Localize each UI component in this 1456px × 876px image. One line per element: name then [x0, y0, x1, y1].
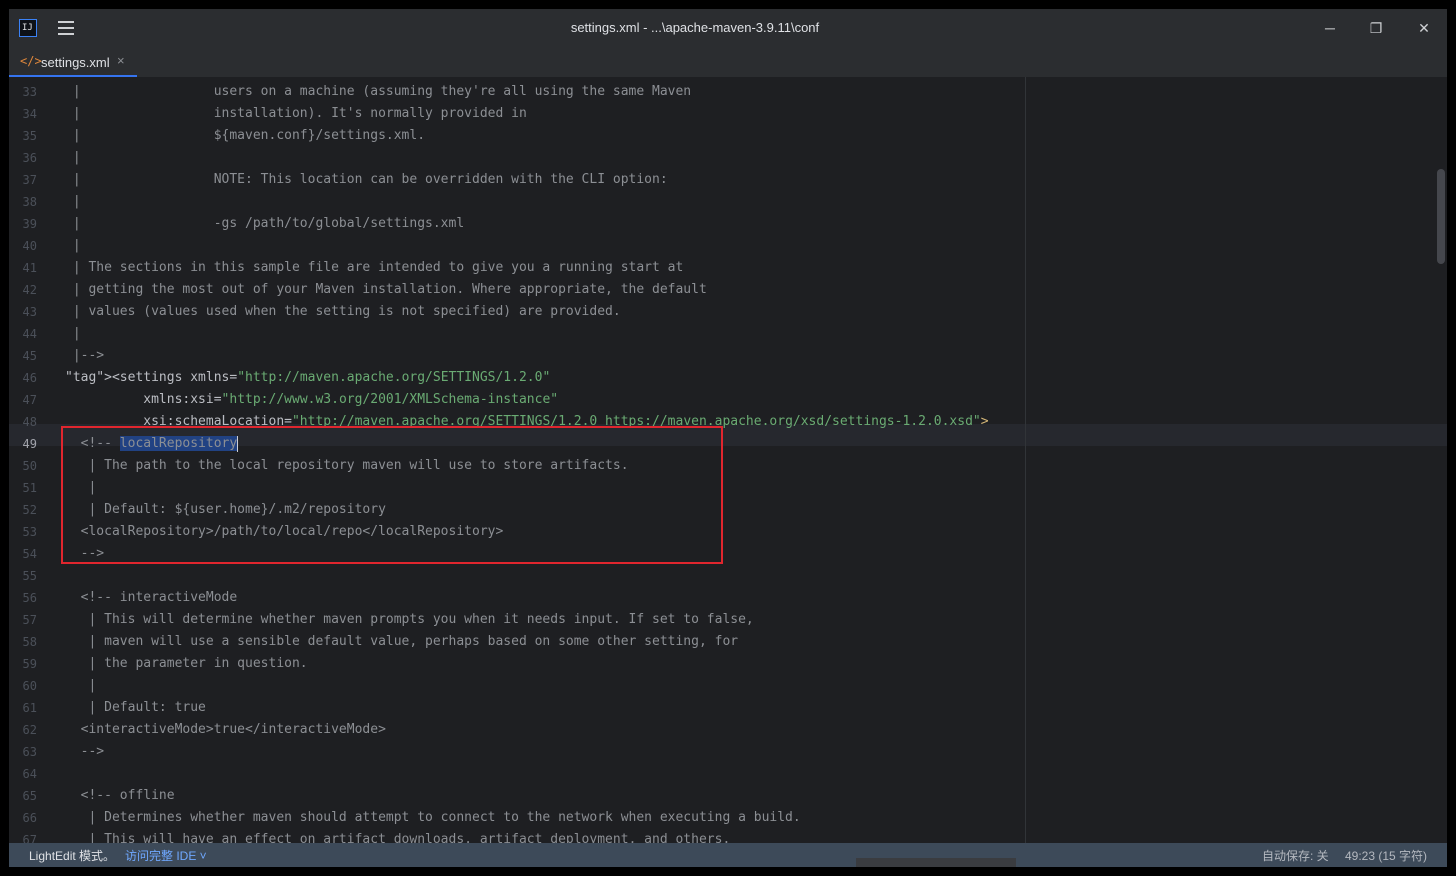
line-number: 36: [22, 151, 37, 165]
code-line[interactable]: | NOTE: This location can be overridden …: [65, 169, 668, 191]
editor-window: IJ settings.xml - ...\apache-maven-3.9.1…: [9, 9, 1447, 867]
title-bar: IJ settings.xml - ...\apache-maven-3.9.1…: [9, 9, 1447, 47]
status-bar: LightEdit 模式。 访问完整 IDE ˅ 自动保存: 关 49:23 (…: [9, 843, 1447, 867]
code-line[interactable]: | This will have an effect on artifact d…: [65, 829, 730, 843]
code-line[interactable]: <!-- interactiveMode: [65, 587, 238, 609]
window-title: settings.xml - ...\apache-maven-3.9.11\c…: [570, 20, 820, 35]
line-number: 42: [22, 283, 37, 297]
code-line[interactable]: | ${maven.conf}/settings.xml.: [65, 125, 425, 147]
line-number: 38: [22, 195, 37, 209]
open-full-ide-link[interactable]: 访问完整 IDE ˅: [125, 847, 207, 864]
code-line[interactable]: xmlns:xsi="http://www.w3.org/2001/XMLSch…: [65, 389, 558, 411]
tab-close-icon[interactable]: ×: [117, 53, 125, 68]
horizontal-scrollbar[interactable]: [856, 858, 1016, 867]
line-number: 58: [22, 635, 37, 649]
tab-bar: </> settings.xml ×: [9, 47, 1447, 78]
line-number: 49: [22, 437, 37, 451]
code-line[interactable]: | values (values used when the setting i…: [65, 301, 621, 323]
line-number: 55: [22, 569, 37, 583]
line-number: 54: [22, 547, 37, 561]
line-number: 37: [22, 173, 37, 187]
code-line[interactable]: | The sections in this sample file are i…: [65, 257, 684, 279]
line-number: 39: [22, 217, 37, 231]
line-number: 41: [22, 261, 37, 275]
line-number: 64: [22, 767, 37, 781]
line-number: 59: [22, 657, 37, 671]
line-number: 53: [22, 525, 37, 539]
code-line[interactable]: | -gs /path/to/global/settings.xml: [65, 213, 464, 235]
code-line[interactable]: |-->: [65, 345, 104, 367]
vertical-scrollbar[interactable]: [1437, 169, 1445, 264]
line-number: 56: [22, 591, 37, 605]
code-line[interactable]: | This will determine whether maven prom…: [65, 609, 753, 631]
line-number: 63: [22, 745, 37, 759]
line-number: 45: [22, 349, 37, 363]
close-button[interactable]: ✕: [1401, 9, 1447, 47]
line-number: 51: [22, 481, 37, 495]
line-number: 65: [22, 789, 37, 803]
line-number: 61: [22, 701, 37, 715]
autosave-status[interactable]: 自动保存: 关: [1262, 847, 1329, 864]
code-editor[interactable]: 33 34 35 36 37 38 39 40 41 42 43 44 45 46 47 48 49 50 51 52…: [9, 77, 1447, 843]
code-line[interactable]: |: [65, 323, 81, 345]
code-line[interactable]: "tag"><settings xmlns="http://maven.apac…: [65, 367, 550, 389]
code-line[interactable]: | Determines whether maven should attemp…: [65, 807, 800, 829]
code-line[interactable]: | users on a machine (assuming they're a…: [65, 81, 691, 103]
minimize-button[interactable]: ─: [1307, 9, 1353, 47]
line-number: 46: [22, 371, 37, 385]
restore-button[interactable]: ❐: [1353, 9, 1399, 47]
code-line[interactable]: | getting the most out of your Maven ins…: [65, 279, 707, 301]
code-line[interactable]: <interactiveMode>true</interactiveMode>: [65, 719, 386, 741]
line-number-gutter[interactable]: 33 34 35 36 37 38 39 40 41 42 43 44 45 46 47 48 49 50 51 52…: [9, 77, 49, 843]
code-line[interactable]: | Default: true: [65, 697, 205, 719]
line-number: 67: [22, 833, 37, 843]
line-number: 48: [22, 415, 37, 429]
line-number: 44: [22, 327, 37, 341]
line-number: 50: [22, 459, 37, 473]
code-line[interactable]: -->: [65, 741, 105, 763]
line-number: 57: [22, 613, 37, 627]
code-line[interactable]: |: [65, 147, 81, 169]
line-number: 35: [22, 129, 37, 143]
annotation-highlight-box: [61, 426, 723, 564]
code-line[interactable]: <!-- offline: [65, 785, 175, 807]
tab-label: settings.xml: [41, 55, 110, 70]
line-number: 52: [22, 503, 37, 517]
right-margin-guide: [1025, 77, 1026, 843]
code-line[interactable]: |: [65, 235, 81, 257]
code-line[interactable]: | the parameter in question.: [65, 653, 307, 675]
code-line[interactable]: | maven will use a sensible default valu…: [65, 631, 738, 653]
line-number: 66: [22, 811, 37, 825]
code-line[interactable]: |: [65, 191, 81, 213]
tab-settings-xml[interactable]: </> settings.xml ×: [9, 47, 137, 77]
xml-file-icon: </>: [20, 54, 42, 68]
line-number: 33: [22, 85, 37, 99]
code-line[interactable]: |: [65, 675, 96, 697]
line-number: 47: [22, 393, 37, 407]
line-number: 34: [22, 107, 37, 121]
line-number: 60: [22, 679, 37, 693]
code-line[interactable]: | installation). It's normally provided …: [65, 103, 527, 125]
line-number: 43: [22, 305, 37, 319]
line-number: 40: [22, 239, 37, 253]
lightedit-mode-label: LightEdit 模式。: [29, 849, 116, 863]
caret-position[interactable]: 49:23 (15 字符): [1345, 847, 1427, 864]
line-number: 62: [22, 723, 37, 737]
